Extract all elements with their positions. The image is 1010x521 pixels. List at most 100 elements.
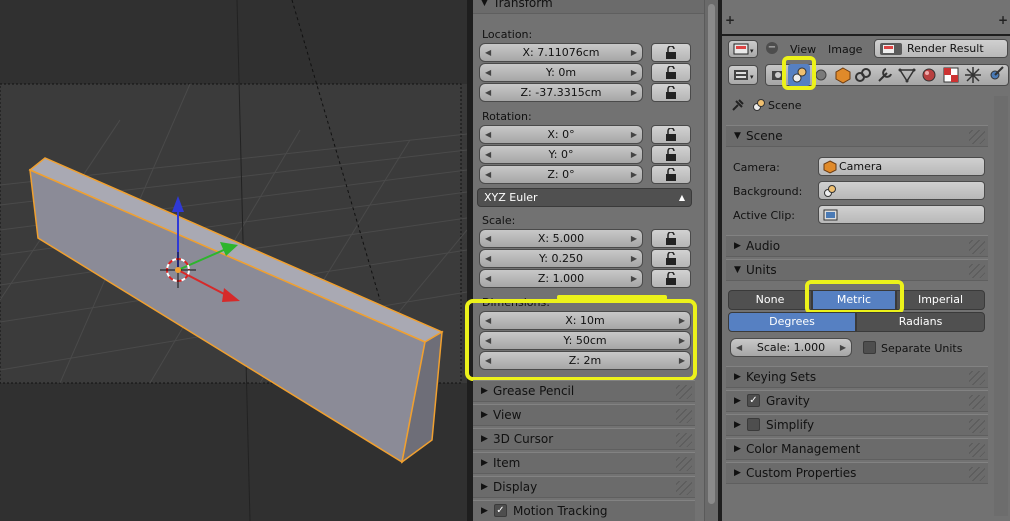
rotation-z-field[interactable]: ◀ Z: 0° ▶ bbox=[479, 165, 643, 184]
lock-scale-x[interactable] bbox=[651, 229, 691, 248]
collapsed-triangle-icon: ▶ bbox=[481, 410, 488, 420]
scale-y-field[interactable]: ◀ Y: 0.250 ▶ bbox=[479, 249, 643, 268]
collapsed-triangle-icon: ▶ bbox=[481, 386, 488, 396]
location-label: Location: bbox=[482, 28, 533, 41]
unlock-icon bbox=[666, 46, 676, 59]
render-result-selector[interactable]: Render Result bbox=[874, 39, 1008, 58]
highlight-stroke bbox=[557, 295, 667, 300]
transform-panel-header[interactable]: ▼ Transform bbox=[473, 0, 704, 14]
scrollbar-thumb[interactable] bbox=[708, 4, 715, 504]
editor-type-button[interactable]: ▾ bbox=[728, 40, 758, 58]
data-tab-icon[interactable] bbox=[896, 64, 918, 86]
color-management-panel-header[interactable]: ▶ Color Management bbox=[726, 438, 988, 460]
svg-text:▾: ▾ bbox=[750, 47, 754, 55]
separate-units-label: Separate Units bbox=[881, 342, 963, 355]
checkbox-checked[interactable]: ✓ bbox=[494, 504, 507, 517]
scale-z-field[interactable]: ◀ Z: 1.000 ▶ bbox=[479, 269, 643, 288]
lock-rotation-y[interactable] bbox=[651, 145, 691, 164]
svg-text:▾: ▾ bbox=[750, 73, 754, 81]
texture-tab-icon[interactable] bbox=[940, 64, 962, 86]
grease-pencil-panel-header[interactable]: ▶ Grease Pencil bbox=[473, 380, 695, 402]
motion-tracking-panel-header[interactable]: ▶ ✓ Motion Tracking bbox=[473, 500, 695, 521]
unit-system-imperial-button[interactable]: Imperial bbox=[896, 290, 985, 310]
location-x-field[interactable]: ◀ X: 7.11076cm ▶ bbox=[479, 43, 643, 62]
lock-scale-z[interactable] bbox=[651, 269, 691, 288]
lock-location-x[interactable] bbox=[651, 43, 691, 62]
object-tab-icon[interactable] bbox=[832, 64, 854, 86]
rotation-degrees-button[interactable]: Degrees bbox=[728, 312, 856, 332]
3d-cursor-panel-header[interactable]: ▶ 3D Cursor bbox=[473, 428, 695, 450]
collapsed-triangle-icon: ▶ bbox=[734, 420, 741, 430]
image-editor-header: ▾ − View Image Render Result bbox=[722, 38, 1010, 60]
active-clip-field[interactable] bbox=[818, 205, 985, 224]
lock-scale-y[interactable] bbox=[651, 249, 691, 268]
3d-viewport[interactable] bbox=[0, 0, 467, 521]
display-panel-header[interactable]: ▶ Display bbox=[473, 476, 695, 498]
updown-arrow-icon: ▲ bbox=[678, 193, 685, 202]
rotation-mode-dropdown[interactable]: XYZ Euler ▲ bbox=[477, 188, 692, 207]
collapsed-triangle-icon: ▶ bbox=[734, 241, 741, 251]
gravity-checkbox-checked[interactable]: ✓ bbox=[747, 394, 760, 407]
active-clip-label: Active Clip: bbox=[733, 209, 796, 222]
gravity-panel-header[interactable]: ▶ ✓ Gravity bbox=[726, 390, 988, 412]
location-z-field[interactable]: ◀ Z: -37.3315cm ▶ bbox=[479, 83, 643, 102]
dimensions-highlight bbox=[465, 299, 697, 381]
movie-clip-icon bbox=[823, 209, 838, 221]
collapsed-triangle-icon: ▶ bbox=[734, 468, 741, 478]
image-menu[interactable]: Image bbox=[828, 43, 862, 56]
unlock-icon bbox=[666, 148, 676, 161]
rotation-x-field[interactable]: ◀ X: 0° ▶ bbox=[479, 125, 643, 144]
item-panel-header[interactable]: ▶ Item bbox=[473, 452, 695, 474]
view-panel-header[interactable]: ▶ View bbox=[473, 404, 695, 426]
properties-shelf: ▼ Transform Location: ◀ X: 7.11076cm ▶ ◀ Y:… bbox=[465, 0, 704, 521]
expanded-triangle-icon: ▼ bbox=[734, 265, 741, 275]
collapsed-triangle-icon: ▶ bbox=[481, 506, 488, 516]
collapsed-triangle-icon: ▶ bbox=[481, 482, 488, 492]
keying-sets-panel-header[interactable]: ▶ Keying Sets bbox=[726, 366, 988, 388]
view-menu[interactable]: View bbox=[790, 43, 816, 56]
simplify-panel-header[interactable]: ▶ Simplify bbox=[726, 414, 988, 436]
lock-location-z[interactable] bbox=[651, 83, 691, 102]
image-browse-icon bbox=[880, 43, 902, 55]
unlock-icon bbox=[666, 252, 676, 265]
shelf-scrollbar[interactable] bbox=[704, 0, 718, 521]
material-tab-icon[interactable] bbox=[918, 64, 940, 86]
scene-tab-highlight bbox=[782, 56, 816, 90]
plus-icon[interactable]: + bbox=[725, 13, 735, 27]
lock-location-y[interactable] bbox=[651, 63, 691, 82]
collapsed-triangle-icon: ▶ bbox=[481, 458, 488, 468]
pin-icon[interactable] bbox=[730, 97, 746, 113]
unit-scale-field[interactable]: ◀ Scale: 1.000 ▶ bbox=[730, 338, 852, 357]
unlock-icon bbox=[666, 66, 676, 79]
constraints-tab-icon[interactable] bbox=[852, 64, 874, 86]
location-y-field[interactable]: ◀ Y: 0m ▶ bbox=[479, 63, 643, 82]
image-editor-icon: ▾ bbox=[733, 43, 754, 55]
custom-properties-panel-header[interactable]: ▶ Custom Properties bbox=[726, 462, 988, 484]
modifiers-tab-icon[interactable] bbox=[874, 64, 896, 86]
simplify-checkbox[interactable] bbox=[747, 418, 760, 431]
unit-system-none-button[interactable]: None bbox=[728, 290, 812, 310]
lock-rotation-x[interactable] bbox=[651, 125, 691, 144]
background-label: Background: bbox=[733, 185, 803, 198]
object-cube-icon bbox=[823, 160, 837, 174]
scene-panel-header[interactable]: ▼ Scene bbox=[726, 125, 988, 147]
lock-rotation-z[interactable] bbox=[651, 165, 691, 184]
properties-icon: ▾ bbox=[734, 70, 754, 81]
viewport-canvas[interactable] bbox=[0, 0, 467, 521]
particles-tab-icon[interactable] bbox=[962, 64, 984, 86]
collapsed-triangle-icon: ▶ bbox=[734, 444, 741, 454]
properties-scrollbar[interactable] bbox=[994, 96, 1008, 516]
camera-field[interactable]: Camera bbox=[818, 157, 985, 176]
rotation-y-field[interactable]: ◀ Y: 0° ▶ bbox=[479, 145, 643, 164]
rotation-radians-button[interactable]: Radians bbox=[856, 312, 985, 332]
audio-panel-header[interactable]: ▶ Audio bbox=[726, 235, 988, 257]
plus-icon[interactable]: + bbox=[998, 13, 1008, 27]
units-panel-header[interactable]: ▼ Units bbox=[726, 259, 988, 281]
separate-units-checkbox[interactable] bbox=[863, 341, 876, 354]
scale-x-field[interactable]: ◀ X: 5.000 ▶ bbox=[479, 229, 643, 248]
scene-icon bbox=[824, 185, 836, 197]
background-field[interactable] bbox=[818, 181, 985, 200]
collapse-menu-icon[interactable]: − bbox=[766, 42, 778, 54]
properties-editor-type-button[interactable]: ▾ bbox=[728, 65, 758, 85]
physics-tab-icon[interactable] bbox=[984, 64, 1006, 86]
